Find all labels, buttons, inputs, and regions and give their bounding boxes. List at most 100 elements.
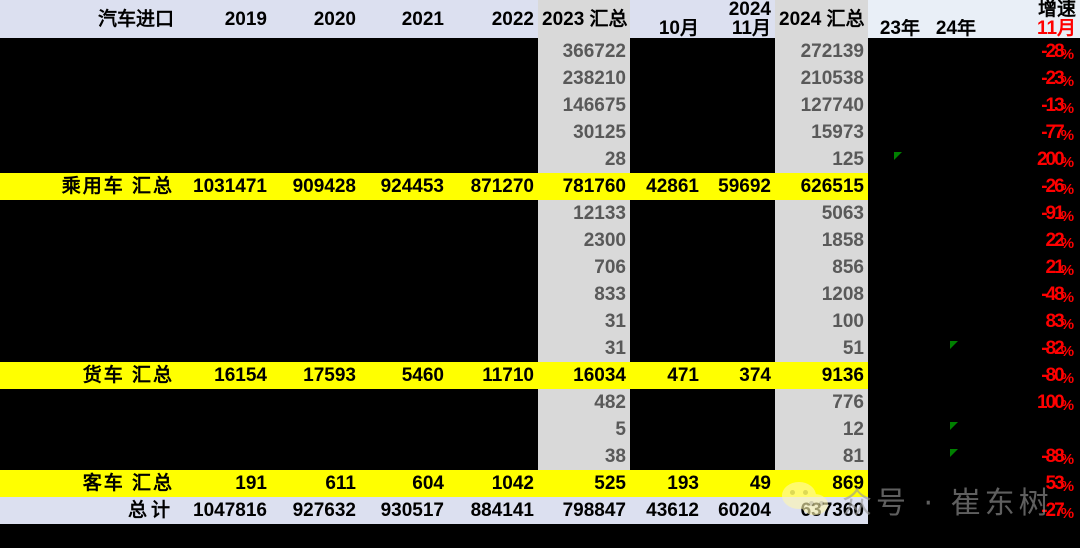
cell-growth-nov[interactable]: 83% bbox=[980, 308, 1080, 335]
cell-2022[interactable]: 11710 bbox=[448, 362, 538, 389]
table-row[interactable]: 706 856 21% bbox=[0, 254, 1080, 281]
cell-growth-23[interactable] bbox=[868, 362, 924, 389]
cell-growth-24[interactable] bbox=[924, 443, 980, 470]
table-row[interactable]: 482 776 100% bbox=[0, 389, 1080, 416]
cell-growth-nov[interactable]: -82% bbox=[980, 335, 1080, 362]
table-row[interactable]: 146675 127740 -13% bbox=[0, 92, 1080, 119]
table-row[interactable]: 2300 1858 22% bbox=[0, 227, 1080, 254]
table-row[interactable]: 总计 1047816 927632 930517 884141 798847 43612 60… bbox=[0, 497, 1080, 524]
cell-2024-total[interactable]: 9136 bbox=[775, 362, 868, 389]
cell-growth-24[interactable] bbox=[924, 146, 980, 173]
cell-2024-total[interactable]: 125 bbox=[775, 146, 868, 173]
cell-2024-total[interactable]: 272139 bbox=[775, 38, 868, 65]
cell-2023-total[interactable]: 28 bbox=[538, 146, 630, 173]
cell-growth-23[interactable] bbox=[868, 443, 924, 470]
cell-2024-total[interactable]: 100 bbox=[775, 308, 868, 335]
table-row[interactable]: 客车 汇总 191 611 604 1042 525 193 49 869 53% bbox=[0, 470, 1080, 497]
cell-2024-total[interactable]: 626515 bbox=[775, 173, 868, 200]
cell-2024-nov[interactable]: 59692 bbox=[703, 173, 775, 200]
cell-2021[interactable]: 604 bbox=[360, 470, 448, 497]
cell-2023-total[interactable]: 2300 bbox=[538, 227, 630, 254]
cell-growth-23[interactable] bbox=[868, 38, 924, 65]
cell-growth-nov[interactable]: -28% bbox=[980, 38, 1080, 65]
cell-2022[interactable]: 1042 bbox=[448, 470, 538, 497]
table-row[interactable]: 乘用车 汇总 1031471 909428 924453 871270 781760 428… bbox=[0, 173, 1080, 200]
cell-growth-23[interactable] bbox=[868, 335, 924, 362]
cell-2023-total[interactable]: 38 bbox=[538, 443, 630, 470]
cell-2022[interactable]: 871270 bbox=[448, 173, 538, 200]
table-row[interactable]: 12133 5063 -91% bbox=[0, 200, 1080, 227]
cell-growth-23[interactable] bbox=[868, 281, 924, 308]
cell-2023-total[interactable]: 31 bbox=[538, 335, 630, 362]
cell-2024-total[interactable]: 210538 bbox=[775, 65, 868, 92]
cell-growth-24[interactable] bbox=[924, 227, 980, 254]
cell-2023-total[interactable]: 30125 bbox=[538, 119, 630, 146]
table-row[interactable]: 28 125 200% bbox=[0, 146, 1080, 173]
cell-2023-total[interactable]: 12133 bbox=[538, 200, 630, 227]
cell-growth-nov[interactable]: 200% bbox=[980, 146, 1080, 173]
cell-2019[interactable]: 1047816 bbox=[178, 497, 271, 524]
table-row[interactable]: 30125 15973 -77% bbox=[0, 119, 1080, 146]
cell-growth-nov[interactable]: 21% bbox=[980, 254, 1080, 281]
cell-2023-total[interactable]: 798847 bbox=[538, 497, 630, 524]
cell-growth-23[interactable] bbox=[868, 65, 924, 92]
cell-growth-nov[interactable]: 22% bbox=[980, 227, 1080, 254]
cell-growth-nov[interactable]: -23% bbox=[980, 65, 1080, 92]
cell-growth-23[interactable] bbox=[868, 308, 924, 335]
cell-growth-24[interactable] bbox=[924, 497, 980, 524]
cell-2023-total[interactable]: 31 bbox=[538, 308, 630, 335]
cell-growth-24[interactable] bbox=[924, 119, 980, 146]
cell-2023-total[interactable]: 781760 bbox=[538, 173, 630, 200]
cell-growth-nov[interactable]: -88% bbox=[980, 443, 1080, 470]
cell-growth-nov[interactable]: -91% bbox=[980, 200, 1080, 227]
cell-2023-total[interactable]: 482 bbox=[538, 389, 630, 416]
cell-growth-23[interactable] bbox=[868, 146, 924, 173]
cell-growth-24[interactable] bbox=[924, 92, 980, 119]
cell-2024-total[interactable]: 637360 bbox=[775, 497, 868, 524]
cell-2024-oct[interactable]: 471 bbox=[630, 362, 703, 389]
cell-2024-oct[interactable]: 42861 bbox=[630, 173, 703, 200]
table-row[interactable]: 238210 210538 -23% bbox=[0, 65, 1080, 92]
cell-growth-23[interactable] bbox=[868, 92, 924, 119]
cell-2023-total[interactable]: 366722 bbox=[538, 38, 630, 65]
cell-2024-total[interactable]: 776 bbox=[775, 389, 868, 416]
table-row[interactable]: 38 81 -88% bbox=[0, 443, 1080, 470]
cell-growth-24[interactable] bbox=[924, 362, 980, 389]
cell-2023-total[interactable]: 16034 bbox=[538, 362, 630, 389]
row-label-cell[interactable]: 总计 bbox=[0, 497, 178, 524]
cell-2019[interactable]: 191 bbox=[178, 470, 271, 497]
cell-growth-24[interactable] bbox=[924, 389, 980, 416]
cell-2021[interactable]: 924453 bbox=[360, 173, 448, 200]
row-label-cell[interactable]: 客车 汇总 bbox=[0, 470, 178, 497]
cell-growth-24[interactable] bbox=[924, 254, 980, 281]
cell-growth-24[interactable] bbox=[924, 200, 980, 227]
cell-growth-23[interactable] bbox=[868, 200, 924, 227]
cell-2024-total[interactable]: 1208 bbox=[775, 281, 868, 308]
cell-growth-23[interactable] bbox=[868, 227, 924, 254]
cell-2024-total[interactable]: 12 bbox=[775, 416, 868, 443]
cell-growth-nov[interactable] bbox=[980, 416, 1080, 443]
cell-2020[interactable]: 927632 bbox=[271, 497, 360, 524]
cell-growth-23[interactable] bbox=[868, 389, 924, 416]
cell-growth-23[interactable] bbox=[868, 416, 924, 443]
cell-growth-24[interactable] bbox=[924, 38, 980, 65]
table-row[interactable]: 5 12 bbox=[0, 416, 1080, 443]
cell-2023-total[interactable]: 238210 bbox=[538, 65, 630, 92]
cell-2024-total[interactable]: 869 bbox=[775, 470, 868, 497]
cell-2024-oct[interactable]: 193 bbox=[630, 470, 703, 497]
row-label-cell[interactable]: 货车 汇总 bbox=[0, 362, 178, 389]
cell-2024-total[interactable]: 1858 bbox=[775, 227, 868, 254]
cell-2020[interactable]: 17593 bbox=[271, 362, 360, 389]
table-row[interactable]: 833 1208 -48% bbox=[0, 281, 1080, 308]
cell-2024-total[interactable]: 81 bbox=[775, 443, 868, 470]
cell-2021[interactable]: 930517 bbox=[360, 497, 448, 524]
cell-growth-nov[interactable]: 100% bbox=[980, 389, 1080, 416]
table-row[interactable]: 31 51 -82% bbox=[0, 335, 1080, 362]
cell-2020[interactable]: 611 bbox=[271, 470, 360, 497]
cell-2024-nov[interactable]: 60204 bbox=[703, 497, 775, 524]
cell-2024-total[interactable]: 5063 bbox=[775, 200, 868, 227]
cell-2023-total[interactable]: 5 bbox=[538, 416, 630, 443]
cell-2023-total[interactable]: 833 bbox=[538, 281, 630, 308]
cell-growth-23[interactable] bbox=[868, 470, 924, 497]
cell-growth-nov[interactable]: -13% bbox=[980, 92, 1080, 119]
